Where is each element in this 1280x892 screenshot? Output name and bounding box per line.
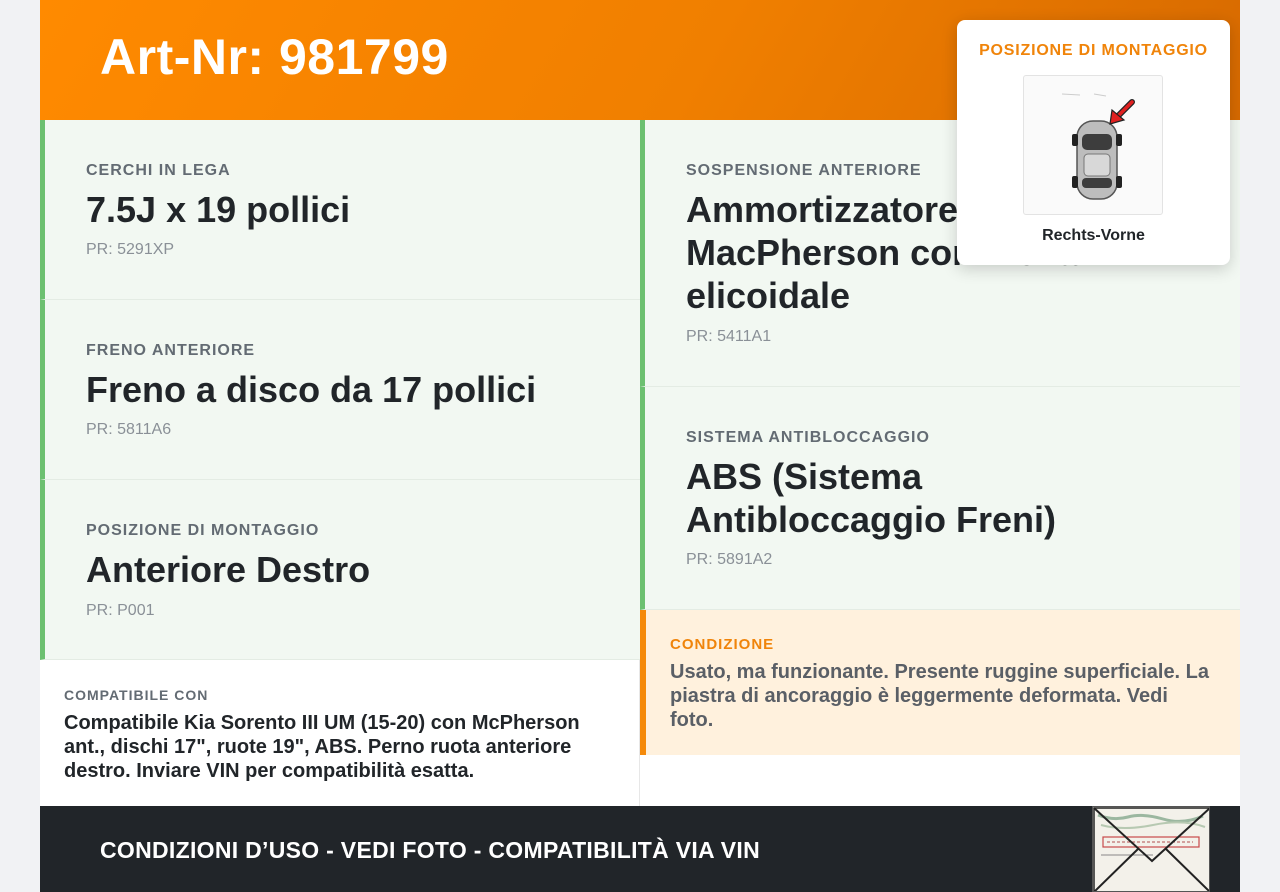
field-pr-code: PR: 5411A1 (686, 328, 772, 345)
field-label: SOSPENSIONE ANTERIORE (686, 162, 922, 179)
field-cerchi: CERCHI IN LEGA 7.5J x 19 pollici PR: 529… (40, 120, 640, 300)
field-label: CERCHI IN LEGA (86, 162, 231, 179)
field-label: POSIZIONE DI MONTAGGIO (86, 522, 320, 539)
field-label: SISTEMA ANTIBLOCCAGGIO (686, 429, 930, 446)
field-posizione: POSIZIONE DI MONTAGGIO Anteriore Destro … (40, 480, 640, 660)
field-pr-code: PR: 5811A6 (86, 421, 172, 438)
field-value: Freno a disco da 17 pollici (86, 369, 537, 410)
popup-title: POSIZIONE DI MONTAGGIO (979, 42, 1208, 59)
field-value: ABS (Sistema Antibloccaggio Freni) (686, 455, 1056, 541)
field-freno: FRENO ANTERIORE Freno a disco da 17 poll… (40, 300, 640, 480)
field-value: 7.5J x 19 pollici (86, 189, 351, 230)
field-abs: SISTEMA ANTIBLOCCAGGIO ABS (Sistema Anti… (640, 387, 1240, 610)
field-value-line: Antibloccaggio Freni) (686, 499, 1057, 540)
footer-bar: CONDIZIONI D’USO - VEDI FOTO - COMPATIBI… (40, 806, 1240, 892)
compatibility-text: Compatibile Kia Sorento III UM (15-20) c… (64, 712, 580, 782)
car-top-view-icon (1061, 93, 1135, 200)
document-stamp-image (1092, 806, 1210, 892)
condition-label: CONDIZIONE (670, 636, 775, 653)
field-label: FRENO ANTERIORE (86, 342, 256, 359)
mounting-position-popup: POSIZIONE DI MONTAGGIO Rechts-Vorne (957, 20, 1230, 265)
field-value-line: ABS (Sistema (686, 456, 923, 497)
compatibility-label: COMPATIBILE CON (64, 687, 209, 703)
field-value: Anteriore Destro (86, 549, 371, 590)
field-pr-code: PR: 5291XP (86, 241, 175, 258)
popup-caption: Rechts-Vorne (1042, 227, 1145, 244)
article-number-title: Art-Nr: 981799 (100, 29, 449, 85)
car-position-image (1023, 75, 1163, 215)
compatibility-section: COMPATIBILE CON Compatibile Kia Sorento … (40, 660, 640, 806)
field-pr-code: PR: 5891A2 (686, 551, 773, 568)
condition-section: CONDIZIONE Usato, ma funzionante. Presen… (640, 610, 1240, 755)
field-pr-code: PR: P001 (86, 602, 155, 619)
product-sheet: Art-Nr: 981799 CERCHI IN LEGA 7.5J x 19 … (40, 0, 1240, 892)
envelope-document-icon (1093, 807, 1209, 891)
footer-text: CONDIZIONI D’USO - VEDI FOTO - COMPATIBI… (100, 837, 761, 863)
condition-text: Usato, ma funzionante. Presente ruggine … (670, 661, 1210, 731)
field-value-line: elicoidale (686, 275, 851, 316)
